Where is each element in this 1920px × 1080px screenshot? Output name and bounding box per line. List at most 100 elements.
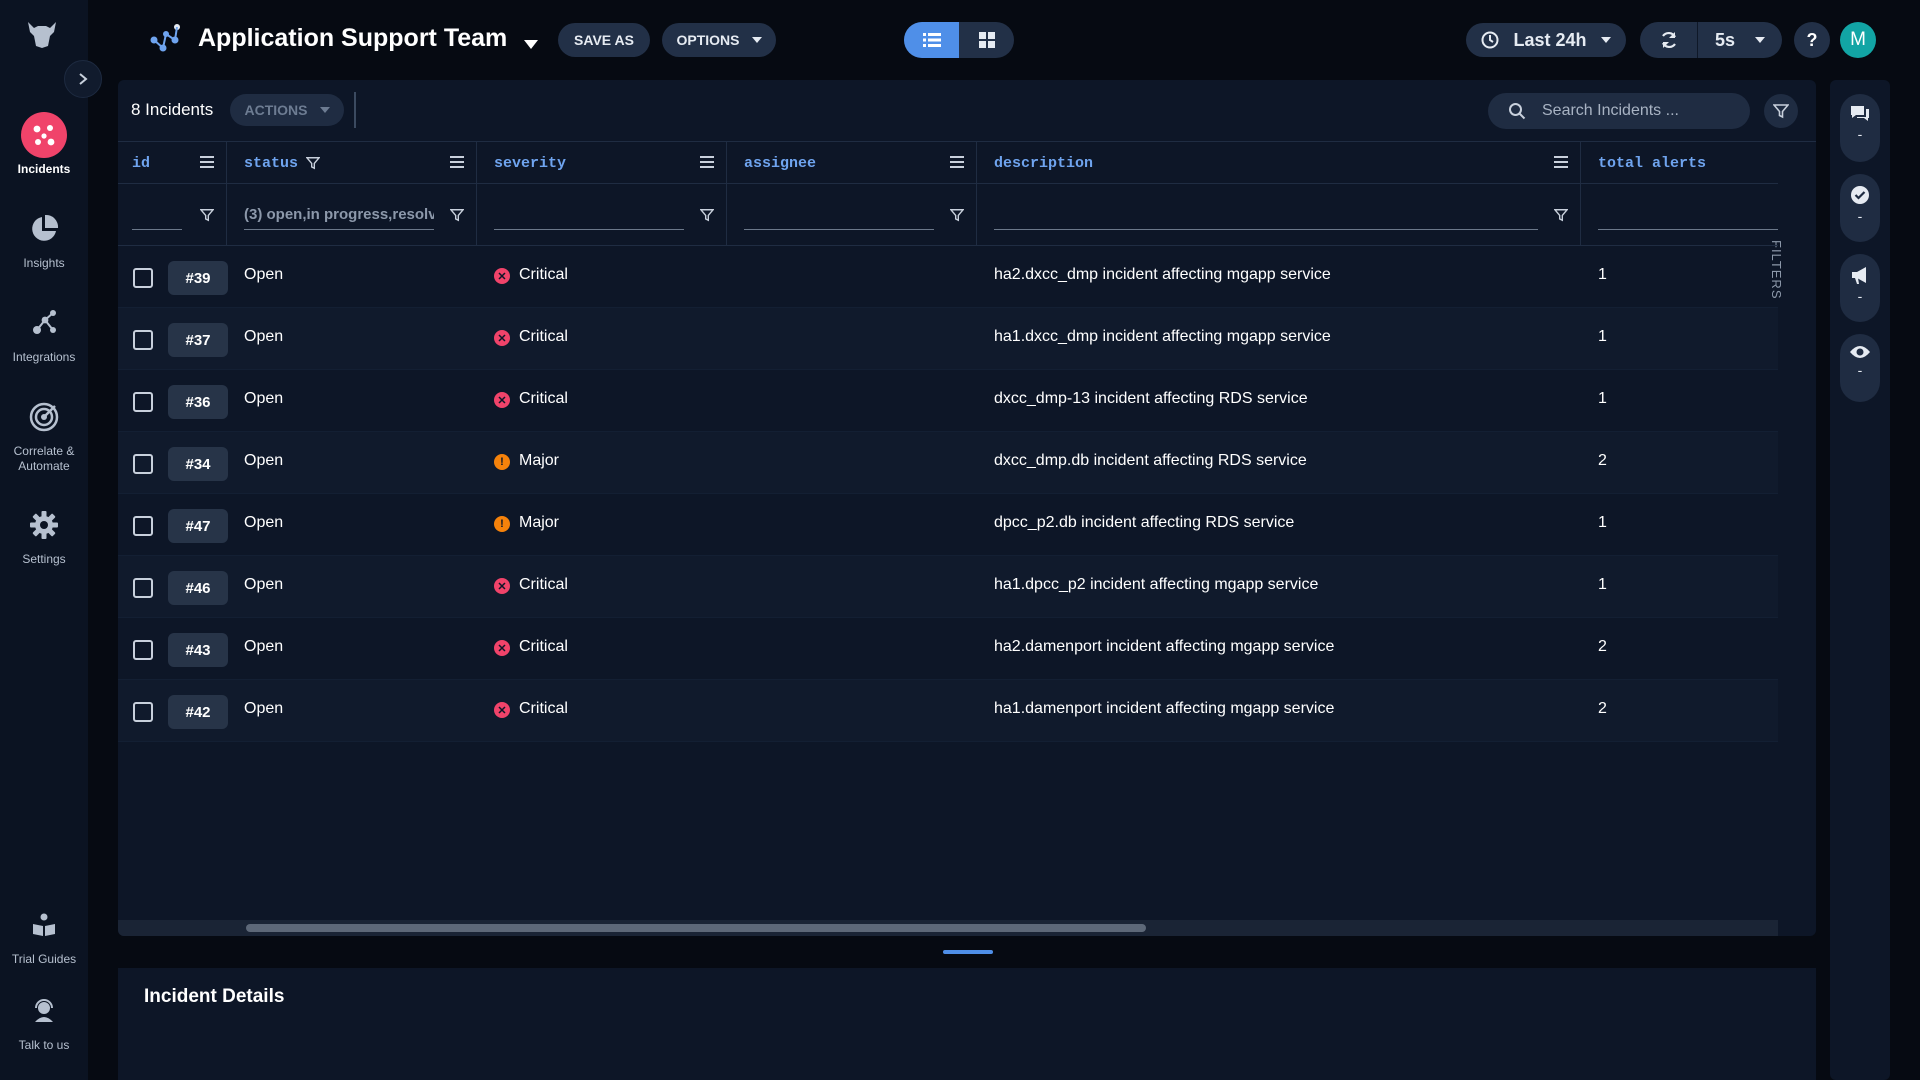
row-checkbox[interactable] [133,330,153,350]
row-checkbox[interactable] [133,578,153,598]
watchers-count: - [1857,362,1863,378]
refresh-control: 5s [1640,22,1782,58]
scrollbar-thumb[interactable] [246,924,1146,932]
nav-item-integrations[interactable]: Integrations [0,300,88,365]
actions-button[interactable]: ACTIONS [230,94,344,126]
critical-icon: ✕ [494,330,510,346]
total-alerts-filter-input[interactable] [1598,202,1778,230]
table-row[interactable]: #36 Open ✕ Critical dxcc_dmp-13 incident… [118,370,1778,432]
column-header-description[interactable]: description [994,142,1093,184]
nav-label: Incidents [17,162,71,176]
refresh-interval-selector[interactable]: 5s [1698,30,1782,51]
nav-item-talk-to-us[interactable]: Talk to us [0,988,88,1053]
total-alerts-cell: 1 [1598,328,1607,345]
table-row[interactable]: #37 Open ✕ Critical ha1.dxcc_dmp inciden… [118,308,1778,370]
id-filter-input[interactable] [132,202,182,230]
save-as-button[interactable]: SAVE AS [558,23,650,57]
nav-item-settings[interactable]: Settings [0,502,88,567]
logo-icon[interactable] [24,16,60,52]
row-checkbox[interactable] [133,392,153,412]
nav-label: Correlate & Automate [13,444,75,473]
column-menu-icon[interactable] [950,155,964,173]
time-range-selector[interactable]: Last 24h [1466,23,1626,57]
filter-icon[interactable] [1553,208,1569,227]
status-cell: Open [244,514,284,531]
check-badge-icon [1851,186,1869,204]
table-row[interactable]: #39 Open ✕ Critical ha2.dxcc_dmp inciden… [118,246,1778,308]
help-button[interactable]: ? [1794,22,1830,58]
table-row[interactable]: #47 Open ! Major dpcc_p2.db incident aff… [118,494,1778,556]
severity-filter-input[interactable] [494,202,684,230]
description-filter-input[interactable] [994,202,1538,230]
eye-icon [1850,346,1870,358]
row-checkbox[interactable] [133,516,153,536]
integrations-icon [21,300,67,346]
row-checkbox[interactable] [133,454,153,474]
table-row[interactable]: #43 Open ✕ Critical ha2.damenport incide… [118,618,1778,680]
filter-icon[interactable] [949,208,965,227]
severity-cell: Critical [519,638,568,655]
severity-cell: Major [519,514,560,531]
column-filter-row: (3) open,in progress,resolved [118,184,1778,246]
table-row[interactable]: #42 Open ✕ Critical ha1.damenport incide… [118,680,1778,742]
nav-label: Insights [23,256,65,270]
left-nav: Incidents Insights Integrations Correlat… [0,0,102,1080]
column-menu-icon[interactable] [450,155,464,173]
search-box[interactable] [1488,93,1750,129]
row-checkbox[interactable] [133,640,153,660]
refresh-button[interactable] [1640,22,1698,58]
clock-icon [1481,31,1499,49]
chat-icon [1851,106,1869,121]
nav-item-trial-guides[interactable]: Trial Guides [0,902,88,967]
status-filter-input[interactable]: (3) open,in progress,resolved [244,202,434,230]
panel-resize-handle[interactable] [943,950,993,954]
column-header-id[interactable]: id [132,142,150,184]
nav-label: Settings [22,552,66,566]
incident-id-badge[interactable]: #36 [168,385,228,419]
incident-id-badge[interactable]: #39 [168,261,228,295]
announcements-button[interactable]: - [1840,254,1880,322]
incidents-panel: 8 Incidents ACTIONS FILTERS id status s [118,80,1816,936]
incident-id-badge[interactable]: #37 [168,323,228,357]
filter-icon[interactable] [199,208,215,227]
column-menu-icon[interactable] [1554,155,1568,173]
avatar[interactable]: M [1840,22,1876,58]
filter-button[interactable] [1764,94,1798,128]
incident-id-badge[interactable]: #34 [168,447,228,481]
filter-icon[interactable] [699,208,715,227]
caret-down-icon[interactable] [524,36,538,54]
status-cell: Open [244,452,284,469]
comments-button[interactable]: - [1840,94,1880,162]
megaphone-icon [1852,267,1866,284]
row-checkbox[interactable] [133,702,153,722]
incident-id-badge[interactable]: #46 [168,571,228,605]
acknowledge-button[interactable]: - [1840,174,1880,242]
filters-side-tab[interactable]: FILTERS [1769,160,1808,300]
assignee-filter-input[interactable] [744,202,934,230]
description-cell: ha1.damenport incident affecting mgapp s… [994,700,1335,717]
incident-id-badge[interactable]: #42 [168,695,228,729]
nav-item-insights[interactable]: Insights [0,206,88,271]
grid-view-button[interactable] [959,22,1014,58]
nav-item-correlate-automate[interactable]: Correlate & Automate [0,394,88,474]
search-input[interactable] [1542,102,1722,120]
horizontal-scrollbar[interactable] [118,920,1778,936]
team-selector[interactable]: Application Support Team [198,24,507,53]
options-button[interactable]: OPTIONS [662,23,776,57]
column-menu-icon[interactable] [200,155,214,173]
filter-icon[interactable] [449,208,465,227]
column-header-severity[interactable]: severity [494,142,566,184]
watchers-button[interactable]: - [1840,334,1880,402]
column-header-assignee[interactable]: assignee [744,142,816,184]
column-header-status[interactable]: status [244,142,321,184]
column-menu-icon[interactable] [700,155,714,173]
table-row[interactable]: #34 Open ! Major dxcc_dmp.db incident af… [118,432,1778,494]
table-row[interactable]: #46 Open ✕ Critical ha1.dpcc_p2 incident… [118,556,1778,618]
column-header-total-alerts[interactable]: total alerts [1598,142,1706,184]
nav-item-incidents[interactable]: Incidents [0,112,88,177]
incident-id-badge[interactable]: #47 [168,509,228,543]
list-view-button[interactable] [904,22,959,58]
incident-id-badge[interactable]: #43 [168,633,228,667]
book-icon [21,902,67,948]
row-checkbox[interactable] [133,268,153,288]
